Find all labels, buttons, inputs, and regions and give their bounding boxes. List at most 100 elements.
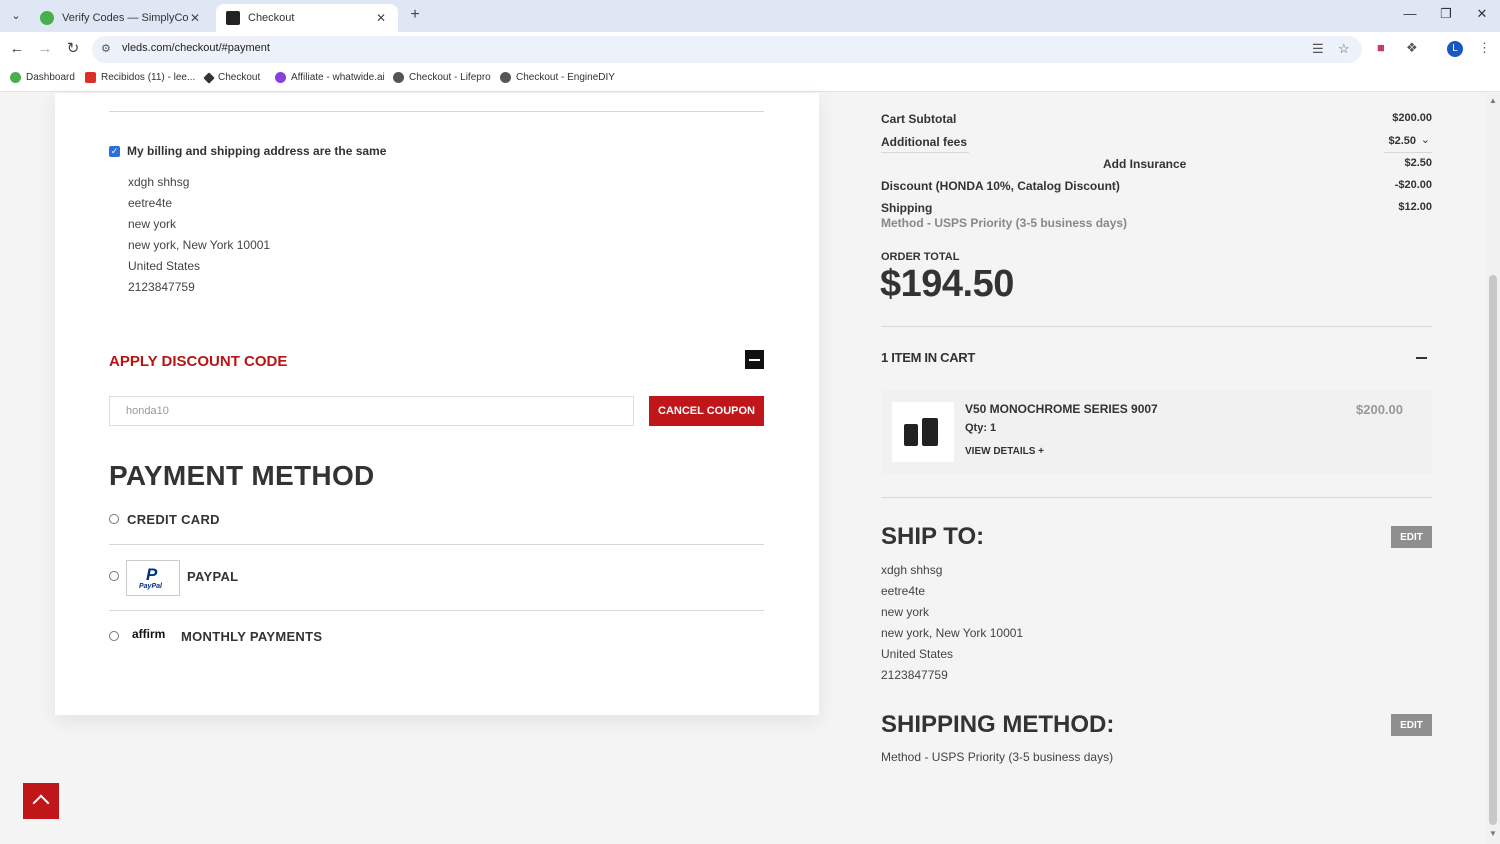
shipping-value: $12.00 <box>1398 201 1432 213</box>
paypal-label[interactable]: PAYPAL <box>187 569 238 584</box>
site-info-icon[interactable]: ⚙ <box>101 42 111 55</box>
back-to-top-button[interactable] <box>23 783 59 819</box>
add-insurance-label: Add Insurance <box>1103 157 1187 171</box>
back-arrow-icon[interactable]: ← <box>7 39 27 59</box>
billing-address-line: new york, New York 10001 <box>128 238 271 252</box>
bookmark-affiliate[interactable]: Affiliate - whatwide.ai <box>275 72 385 83</box>
discount-label: Discount (HONDA 10%, Catalog Discount) <box>881 179 1120 193</box>
billing-address-line: eetre4te <box>128 196 173 210</box>
divider <box>881 497 1432 498</box>
restore-icon[interactable]: ❐ <box>1436 6 1456 22</box>
bulb-shape <box>922 418 938 446</box>
paypal-radio[interactable] <box>109 571 119 581</box>
tab-verify-codes[interactable]: Verify Codes — SimplyCodes ✕ <box>30 4 212 32</box>
shipping-label: Shipping <box>881 201 933 215</box>
coupon-code-input[interactable] <box>109 396 634 426</box>
additional-fees-value[interactable]: $2.50 <box>1316 135 1416 147</box>
ship-to-line: 2123847759 <box>881 668 948 682</box>
bookmarks-bar: Dashboard Recibidos (11) - lee... Checko… <box>0 66 1500 92</box>
product-name[interactable]: V50 MONOCHROME SERIES 9007 <box>965 402 1158 416</box>
tab-title: Verify Codes — SimplyCodes <box>62 12 188 24</box>
ship-to-title: SHIP TO: <box>881 523 985 550</box>
monthly-payments-radio[interactable] <box>109 631 119 641</box>
edit-ship-to-button[interactable]: EDIT <box>1391 526 1432 548</box>
credit-card-label[interactable]: CREDIT CARD <box>127 512 220 527</box>
bulb-shape <box>904 424 918 446</box>
cart-subtotal-value: $200.00 <box>1392 112 1432 124</box>
billing-payment-card: ✓ My billing and shipping address are th… <box>55 93 819 715</box>
address-bar[interactable]: ⚙ vleds.com/checkout/#payment ☰ ☆ <box>92 36 1362 63</box>
product-price: $200.00 <box>1356 402 1403 417</box>
paypal-p-mark: P <box>146 565 158 584</box>
same-address-checkbox[interactable]: ✓ <box>109 146 120 157</box>
bookmark-lifepro[interactable]: Checkout - Lifepro <box>393 72 491 83</box>
close-tab-icon[interactable]: ✕ <box>374 11 388 25</box>
divider <box>109 111 764 112</box>
billing-address-line: United States <box>128 259 201 273</box>
credit-card-radio[interactable] <box>109 514 119 524</box>
close-window-icon[interactable]: ✕ <box>1472 6 1492 22</box>
dashboard-icon <box>10 72 21 83</box>
browser-toolbar: ← → ↻ ⚙ vleds.com/checkout/#payment ☰ ☆ … <box>0 32 1500 66</box>
payment-method-title: PAYMENT METHOD <box>109 460 375 491</box>
ship-to-line: xdgh shhsg <box>881 563 943 577</box>
tab-search-icon[interactable]: ⌄ <box>6 7 26 25</box>
billing-address-line: 2123847759 <box>128 280 195 294</box>
monthly-payments-label[interactable]: MONTHLY PAYMENTS <box>181 629 322 644</box>
tab-title: Checkout <box>248 12 295 24</box>
product-thumbnail[interactable] <box>892 402 954 462</box>
diamond-icon <box>203 71 215 84</box>
minimize-icon[interactable]: — <box>1400 6 1420 21</box>
globe-icon <box>393 72 404 83</box>
ship-to-line: new york <box>881 605 930 619</box>
chevron-down-icon[interactable]: ⌄ <box>1418 133 1430 146</box>
extension-icon[interactable]: ■ <box>1377 40 1385 55</box>
collapse-minus-icon[interactable] <box>1416 357 1427 359</box>
profile-avatar[interactable]: L <box>1447 41 1463 57</box>
close-tab-icon[interactable]: ✕ <box>188 11 202 25</box>
bookmark-label: Dashboard <box>26 72 75 83</box>
ship-to-line: new york, New York 10001 <box>881 626 1024 640</box>
bookmark-enginediy[interactable]: Checkout - EngineDIY <box>500 72 615 83</box>
scroll-up-arrow-icon[interactable]: ▲ <box>1489 96 1497 105</box>
reload-icon[interactable]: ↻ <box>63 39 83 59</box>
divider <box>109 610 764 611</box>
page-scrollbar[interactable]: ▲ ▼ <box>1486 93 1500 844</box>
edit-shipping-method-button[interactable]: EDIT <box>1391 714 1432 736</box>
divider <box>881 326 1432 327</box>
discount-value: -$20.00 <box>1394 179 1432 191</box>
plus-icon: + <box>1038 446 1044 457</box>
bookmark-gmail[interactable]: Recibidos (11) - lee... <box>85 72 195 83</box>
additional-fees-label[interactable]: Additional fees <box>881 135 967 149</box>
translate-icon[interactable]: ☰ <box>1312 41 1324 57</box>
affirm-logo-icon: affirm <box>132 627 166 641</box>
cancel-coupon-button[interactable]: CANCEL COUPON <box>649 396 764 426</box>
product-qty: Qty: 1 <box>965 422 997 434</box>
bookmark-checkout[interactable]: Checkout <box>203 71 261 84</box>
tab-checkout[interactable]: Checkout ✕ <box>216 4 398 32</box>
discount-section-title[interactable]: APPLY DISCOUNT CODE <box>109 353 287 370</box>
extensions-puzzle-icon[interactable]: ❖ <box>1406 40 1418 56</box>
scroll-down-arrow-icon[interactable]: ▼ <box>1489 829 1497 838</box>
items-in-cart-title[interactable]: 1 ITEM IN CART <box>881 350 975 365</box>
collapse-minus-icon[interactable] <box>745 350 764 369</box>
ship-to-line: eetre4te <box>881 584 926 598</box>
scrollbar-thumb[interactable] <box>1489 275 1497 825</box>
shipping-method-subtext: Method - USPS Priority (3-5 business day… <box>881 216 1128 230</box>
url-text[interactable]: vleds.com/checkout/#payment <box>122 42 270 54</box>
bookmark-label: Checkout <box>218 72 261 83</box>
paypal-wordmark: PayPal <box>139 583 162 590</box>
shipping-method-title: SHIPPING METHOD: <box>881 711 1115 738</box>
menu-kebab-icon[interactable]: ⋮ <box>1478 40 1491 56</box>
checkout-page: ✓ My billing and shipping address are th… <box>0 93 1500 844</box>
bookmark-star-icon[interactable]: ☆ <box>1338 41 1350 57</box>
view-details-link[interactable]: VIEW DETAILS + <box>965 446 1044 457</box>
new-tab-icon[interactable]: + <box>405 6 425 24</box>
bookmark-label: Affiliate - whatwide.ai <box>291 72 385 83</box>
billing-address-line: xdgh shhsg <box>128 175 190 189</box>
bookmark-dashboard[interactable]: Dashboard <box>10 72 75 83</box>
gmail-icon <box>85 72 96 83</box>
same-address-label[interactable]: My billing and shipping address are the … <box>127 144 386 158</box>
forward-arrow-icon[interactable]: → <box>35 39 55 59</box>
order-total-value: $194.50 <box>880 263 1014 305</box>
